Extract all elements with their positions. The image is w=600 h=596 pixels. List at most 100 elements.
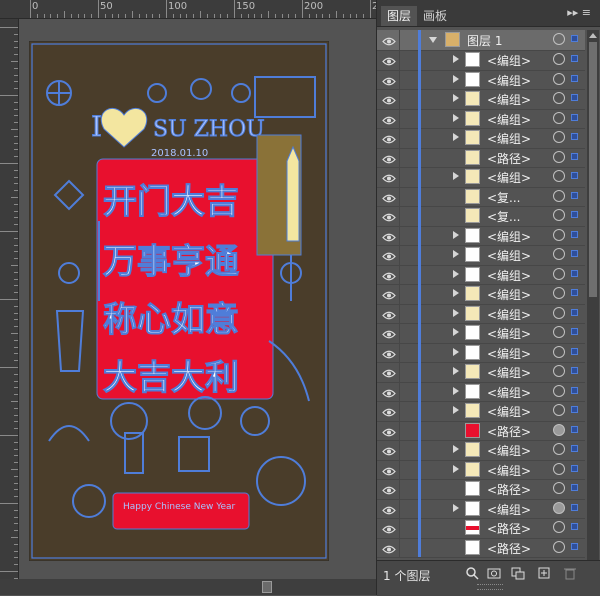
lock-column[interactable]	[399, 362, 400, 382]
layer-row[interactable]: <编组>	[377, 401, 585, 422]
layer-row[interactable]: <编组>	[377, 342, 585, 363]
selection-square-icon[interactable]	[571, 328, 578, 335]
layer-name[interactable]: 图层 1	[467, 32, 502, 49]
expand-arrow-icon[interactable]	[453, 113, 459, 122]
layer-row[interactable]: <路径>	[377, 147, 585, 168]
lock-column[interactable]	[399, 69, 400, 89]
expand-arrow-icon[interactable]	[453, 94, 459, 102]
lock-column[interactable]	[399, 401, 400, 421]
lock-column[interactable]	[399, 186, 400, 206]
layer-row[interactable]: <编组>	[377, 245, 585, 266]
target-circle-icon[interactable]	[553, 228, 565, 241]
layer-row[interactable]: <编组>	[377, 284, 585, 305]
layer-name[interactable]: <编组>	[487, 228, 531, 245]
layer-row[interactable]: <编组>	[377, 69, 585, 90]
selection-square-icon[interactable]	[571, 211, 578, 218]
expand-arrow-icon[interactable]	[453, 445, 459, 453]
target-circle-icon[interactable]	[553, 72, 565, 85]
target-circle-icon[interactable]	[553, 404, 565, 416]
artboard-canvas[interactable]: I SU ZHOU 2018.01.10 开门大吉 万事亨通 称心如意 大吉大利…	[19, 19, 376, 579]
lock-column[interactable]	[399, 245, 400, 265]
target-circle-icon[interactable]	[553, 384, 565, 397]
selection-square-icon[interactable]	[571, 133, 578, 140]
layer-row[interactable]: <路径>	[377, 479, 585, 500]
visibility-eye-icon[interactable]	[382, 541, 396, 554]
selection-square-icon[interactable]	[571, 55, 578, 62]
target-circle-icon[interactable]	[553, 326, 565, 338]
visibility-eye-icon[interactable]	[382, 151, 396, 164]
lock-column[interactable]	[399, 498, 400, 518]
visibility-eye-icon[interactable]	[382, 307, 396, 320]
expand-arrow-icon[interactable]	[453, 55, 459, 63]
layer-name[interactable]: <路径>	[487, 423, 531, 440]
selection-square-icon[interactable]	[571, 74, 578, 82]
expand-arrow-icon[interactable]	[453, 367, 459, 375]
target-circle-icon[interactable]	[553, 209, 565, 221]
collapse-arrow-icon[interactable]	[429, 37, 437, 43]
layer-row[interactable]: <路径>	[377, 518, 585, 539]
lock-column[interactable]	[399, 323, 400, 343]
lock-column[interactable]	[399, 108, 400, 128]
expand-arrow-icon[interactable]	[453, 172, 459, 180]
selection-square-icon[interactable]	[571, 464, 578, 472]
lock-column[interactable]	[399, 206, 400, 226]
layer-row[interactable]: <编组>	[377, 108, 585, 129]
visibility-eye-icon[interactable]	[382, 170, 396, 183]
visibility-eye-icon[interactable]	[382, 365, 396, 378]
lock-column[interactable]	[399, 30, 400, 50]
lock-column[interactable]	[399, 225, 400, 245]
expand-arrow-icon[interactable]	[453, 503, 459, 512]
selection-square-icon[interactable]	[571, 113, 578, 121]
layers-vertical-scrollbar[interactable]	[587, 30, 599, 560]
layer-row[interactable]: <编组>	[377, 303, 585, 324]
layer-name[interactable]: <编组>	[487, 501, 531, 518]
target-circle-icon[interactable]	[553, 189, 565, 202]
selection-square-icon[interactable]	[571, 35, 578, 42]
lock-column[interactable]	[399, 303, 400, 323]
selection-square-icon[interactable]	[571, 484, 578, 491]
visibility-eye-icon[interactable]	[382, 73, 396, 86]
visibility-eye-icon[interactable]	[382, 248, 396, 261]
visibility-eye-icon[interactable]	[382, 385, 396, 398]
layer-name[interactable]: <路径>	[487, 540, 531, 557]
lock-column[interactable]	[399, 420, 400, 440]
lock-column[interactable]	[399, 518, 400, 538]
layer-name[interactable]: <编组>	[487, 462, 531, 479]
lock-column[interactable]	[399, 89, 400, 109]
expand-arrow-icon[interactable]	[453, 464, 459, 473]
layer-name[interactable]: <编组>	[487, 306, 531, 323]
target-circle-icon[interactable]	[553, 365, 565, 377]
layer-row[interactable]: <编组>	[377, 362, 585, 383]
lock-column[interactable]	[399, 167, 400, 187]
lock-column[interactable]	[399, 50, 400, 70]
expand-arrow-icon[interactable]	[453, 74, 459, 83]
selection-square-icon[interactable]	[571, 152, 578, 160]
visibility-eye-icon[interactable]	[382, 190, 396, 203]
layer-name[interactable]: <编组>	[487, 267, 531, 284]
layer-name[interactable]: <编组>	[487, 384, 531, 401]
expand-arrow-icon[interactable]	[453, 133, 459, 141]
visibility-eye-icon[interactable]	[382, 482, 396, 495]
selection-square-icon[interactable]	[571, 425, 578, 433]
target-circle-icon[interactable]	[553, 170, 565, 182]
expand-arrow-icon[interactable]	[453, 406, 459, 414]
visibility-eye-icon[interactable]	[382, 53, 396, 66]
visibility-eye-icon[interactable]	[382, 131, 396, 144]
layer-name[interactable]: <编组>	[487, 130, 531, 147]
selection-square-icon[interactable]	[571, 445, 578, 452]
target-circle-icon[interactable]	[553, 501, 565, 514]
target-circle-icon[interactable]	[553, 540, 565, 553]
layer-row[interactable]: <编组>	[377, 381, 585, 402]
selection-square-icon[interactable]	[571, 172, 578, 179]
lock-column[interactable]	[399, 128, 400, 148]
target-circle-icon[interactable]	[553, 345, 565, 358]
layer-row[interactable]: <编组>	[377, 167, 585, 188]
lock-column[interactable]	[399, 537, 400, 557]
target-circle-icon[interactable]	[553, 111, 565, 124]
visibility-eye-icon[interactable]	[382, 346, 396, 359]
selection-square-icon[interactable]	[571, 308, 578, 316]
expand-arrow-icon[interactable]	[453, 289, 459, 297]
delete-layer-icon[interactable]	[563, 566, 577, 580]
target-circle-icon[interactable]	[553, 33, 565, 45]
new-sublayer-icon[interactable]	[511, 566, 525, 580]
